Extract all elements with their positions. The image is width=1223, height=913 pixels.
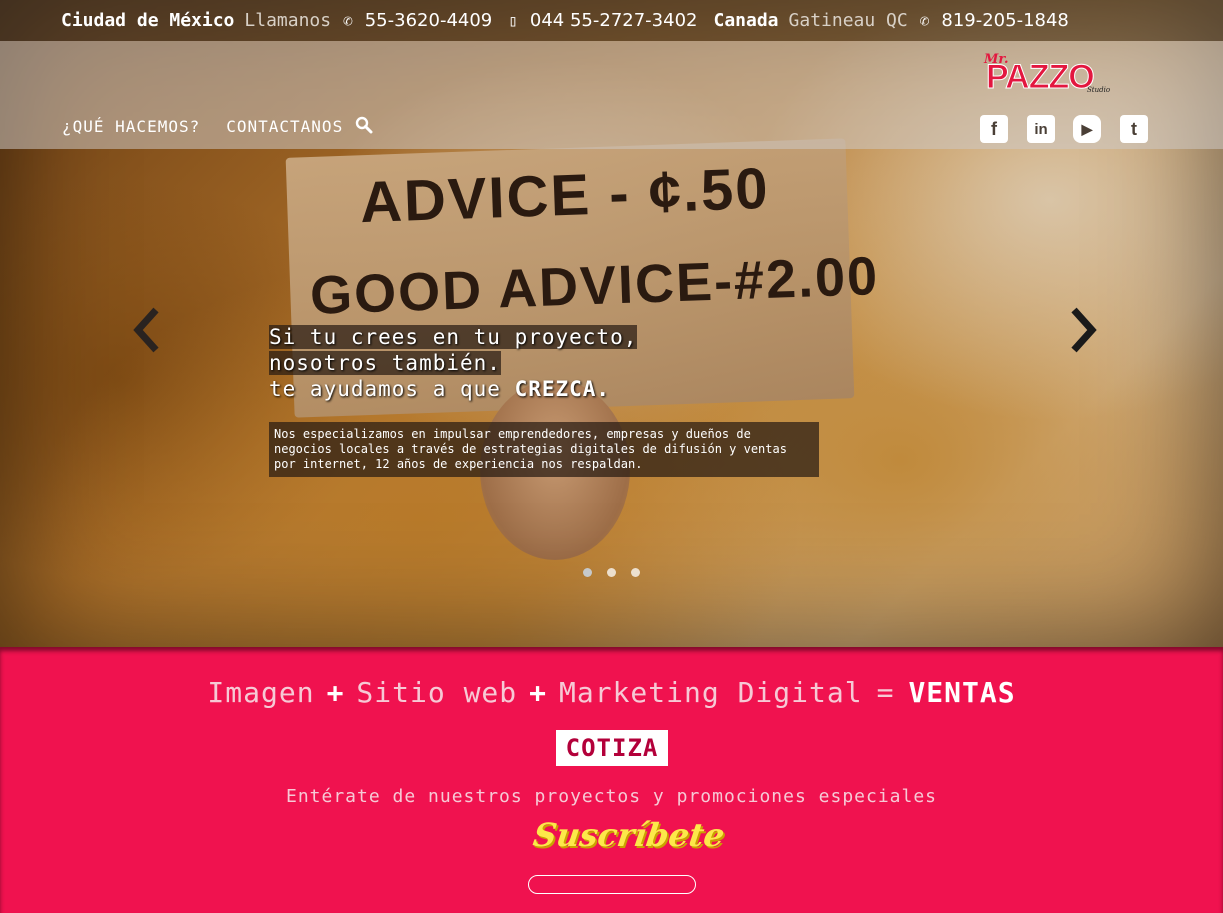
mexico-city-label: Ciudad de México (61, 10, 235, 31)
equation-term-marketing: Marketing Digital (559, 676, 863, 709)
nav-item-contactanos[interactable]: CONTACTANOS (226, 117, 343, 136)
slider-prev-button[interactable] (128, 302, 168, 358)
mobile-link-1[interactable]: 044 55-2727-3402 (530, 10, 698, 31)
search-icon[interactable] (355, 116, 373, 134)
newsletter-subtitle: Entérate de nuestros proyectos y promoci… (285, 786, 938, 807)
slider-dot-3[interactable] (631, 568, 640, 577)
linkedin-glyph: in (1027, 115, 1055, 143)
equation-plus-1: + (326, 676, 345, 709)
chevron-right-icon (1071, 307, 1097, 353)
chevron-left-icon (133, 307, 159, 353)
main-nav: ¿QUÉ HACEMOS? CONTACTANOS (62, 116, 373, 136)
slider-next-button[interactable] (1062, 302, 1102, 358)
equation-plus-2: + (529, 676, 547, 709)
facebook-glyph: f (980, 115, 1008, 143)
slide-description: Nos especializamos en impulsar emprended… (269, 422, 819, 477)
slide-headline-line-1: Si tu crees en tu proyecto, nosotros tam… (269, 325, 638, 375)
phone-icon: ✆ (919, 11, 930, 30)
canada-label: Canada (713, 10, 779, 31)
equation-term-image: Imagen (207, 676, 315, 709)
slide-headline: Si tu crees en tu proyecto, nosotros tam… (269, 324, 729, 402)
phone-icon: ✆ (343, 11, 353, 30)
equation-result: VENTAS (908, 676, 1016, 709)
slider-dot-1[interactable] (583, 568, 592, 577)
logo-studio: Studio (1087, 86, 1111, 94)
cotiza-button[interactable]: COTIZA (556, 730, 668, 766)
subscribe-email-input[interactable] (528, 875, 696, 894)
subscribe-heading: Suscríbete (530, 816, 727, 854)
slider-dot-2[interactable] (607, 568, 616, 577)
twitter-glyph: t (1120, 115, 1148, 143)
logo-name: PAZZO (986, 58, 1096, 97)
logo[interactable]: Mr. PAZZO Studio (983, 52, 1115, 100)
canada-city-label: Gatineau QC (788, 10, 908, 31)
equation-term-website: Sitio web (356, 676, 518, 709)
slide-headline-line-2: te ayudamos a que (269, 377, 515, 401)
mobile-icon: ▯ (508, 11, 518, 30)
youtube-glyph: ▶ (1073, 115, 1101, 143)
slider-indicators (583, 568, 655, 577)
call-label: Llamanos (244, 10, 332, 31)
slide-headline-emphasis: CREZCA. (514, 377, 611, 401)
phone-link-2[interactable]: 819-205-1848 (941, 10, 1069, 31)
promo-equation: Imagen + Sitio web + Marketing Digital = VENTA… (0, 676, 1223, 709)
phone-link-1[interactable]: 55-3620-4409 (365, 10, 493, 31)
contact-bar: Ciudad de México Llamanos ✆ 55-3620-4409… (0, 0, 1223, 41)
equation-equals: = (876, 676, 895, 709)
nav-item-que-hacemos[interactable]: ¿QUÉ HACEMOS? (62, 117, 200, 136)
